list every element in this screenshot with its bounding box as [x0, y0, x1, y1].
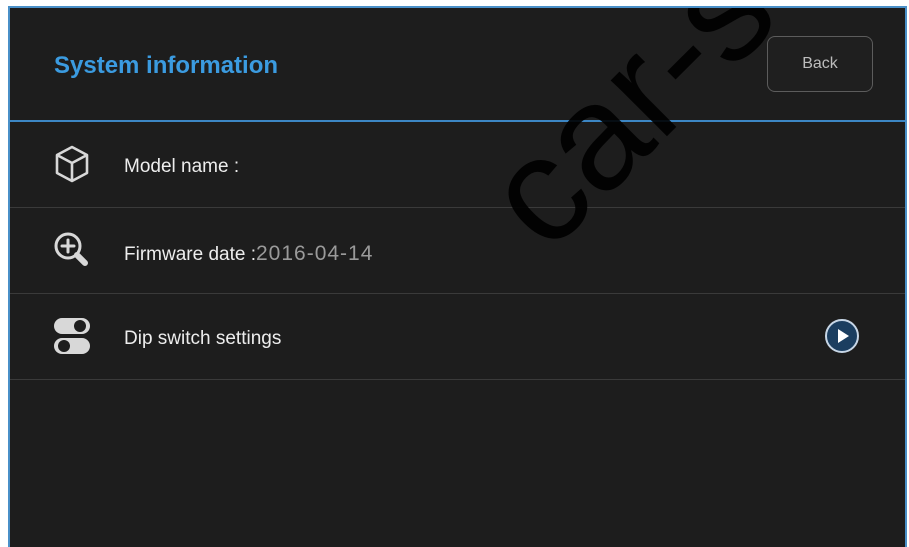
dip-switch-label: Dip switch settings — [124, 328, 282, 349]
zoom-in-icon — [54, 232, 88, 266]
model-name-row: Model name : — [10, 122, 905, 208]
system-info-screen: System information Back Model name : Fir… — [8, 6, 907, 547]
model-name-label: Model name : — [124, 156, 240, 177]
dip-switch-row[interactable]: Dip switch settings — [10, 294, 905, 380]
play-icon — [838, 329, 849, 343]
firmware-date-text: Firmware date :2016-04-14 — [124, 242, 373, 266]
firmware-date-value: 2016-04-14 — [255, 242, 374, 265]
back-button[interactable]: Back — [767, 36, 873, 92]
toggle-switch-icon — [54, 318, 90, 354]
firmware-date-label: Firmware date : — [124, 244, 256, 265]
header: System information Back — [10, 8, 905, 122]
cube-icon — [55, 145, 89, 183]
dip-switch-open-button[interactable] — [825, 319, 859, 353]
firmware-date-row: Firmware date :2016-04-14 — [10, 208, 905, 294]
page-title: System information — [54, 52, 279, 79]
